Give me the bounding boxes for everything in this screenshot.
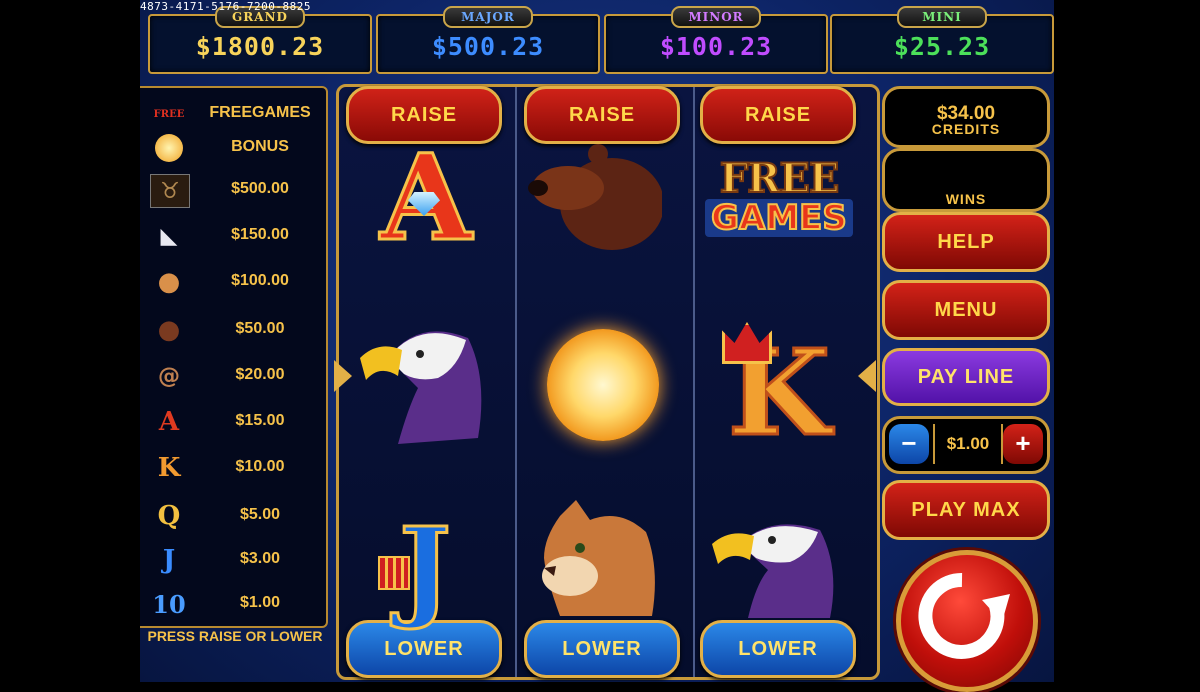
ace-symbol: A	[356, 137, 496, 258]
refresh-icon	[918, 572, 1010, 659]
paytable-row: @ $20.00	[140, 356, 326, 396]
paytable-value: $15.00	[235, 412, 285, 429]
jackpot-mini-label: MINI	[897, 6, 987, 28]
eagle-icon: ◣	[160, 223, 178, 249]
paytable-value: $5.00	[239, 506, 281, 523]
paytable-value: $500.00	[231, 180, 289, 197]
ace-icon: A	[158, 407, 180, 437]
payline-left-arrow-icon	[334, 360, 352, 392]
wins-label: WINS	[945, 191, 987, 207]
bet-decrease-button[interactable]: −	[889, 424, 929, 464]
bet-value: $1.00	[933, 424, 1003, 464]
paytable-value: $150.00	[231, 226, 289, 243]
jackpot-minor-label: MINOR	[671, 6, 761, 28]
paytable-value: BONUS	[231, 138, 289, 155]
instruction-text: PRESS RAISE OR LOWER	[147, 628, 323, 644]
paytable-value: $20.00	[235, 366, 285, 383]
eagle-symbol	[358, 318, 492, 448]
buffalo-icon: ♉	[150, 174, 190, 208]
paytable-row: A $15.00	[140, 402, 326, 442]
paytable-value: $100.00	[231, 272, 289, 289]
paytable-row: K $10.00	[140, 448, 326, 488]
jackpot-mini: MINI $25.23	[830, 6, 1054, 74]
help-button[interactable]: HELP	[882, 212, 1050, 272]
pay-line-button[interactable]: PAY LINE	[882, 348, 1050, 406]
bet-increase-button[interactable]: +	[1003, 424, 1043, 464]
jackpot-minor-amount: $100.23	[659, 32, 773, 61]
wins-amount	[885, 163, 1047, 185]
paytable: FREE FREEGAMES BONUS ♉ $500.00 ◣ $150.00…	[140, 86, 328, 628]
queen-icon: Q	[157, 501, 181, 531]
paytable-row: ● $100.00	[140, 262, 326, 302]
ten-icon: 10	[152, 589, 186, 619]
jackpot-major-label: MAJOR	[443, 6, 533, 28]
raise-button-reel-2[interactable]: RAISE	[524, 86, 680, 144]
paytable-row: Q $5.00	[140, 496, 326, 536]
paytable-value: $1.00	[239, 594, 281, 611]
ram-icon: @	[158, 363, 180, 389]
paytable-row: J $3.00	[140, 540, 326, 580]
paytable-row: ◣ $150.00	[140, 216, 326, 256]
sun-bonus-symbol	[546, 328, 660, 442]
jackpot-grand-amount: $1800.23	[195, 32, 325, 61]
jackpot-major: MAJOR $500.23	[376, 6, 600, 74]
paytable-value: $50.00	[235, 320, 285, 337]
credits-display: $34.00 CREDITS	[882, 86, 1050, 148]
lower-button-reel-3[interactable]: LOWER	[700, 620, 856, 678]
king-symbol: K	[714, 322, 844, 453]
play-max-button[interactable]: PLAY MAX	[882, 480, 1050, 540]
sun-coin-icon	[150, 132, 188, 164]
paytable-row: ♉ $500.00	[140, 170, 326, 210]
serial-number: 4873-4171-5176-7200-8825	[140, 0, 311, 13]
bear-symbol	[528, 144, 662, 252]
credits-label: CREDITS	[931, 121, 1001, 137]
paytable-row: BONUS	[140, 128, 326, 168]
free-games-symbol: FREE GAMES	[698, 146, 860, 250]
jack-icon: J	[162, 545, 176, 575]
lower-button-reel-2[interactable]: LOWER	[524, 620, 680, 678]
menu-button[interactable]: MENU	[882, 280, 1050, 340]
king-icon: K	[157, 453, 181, 483]
paytable-value: $10.00	[235, 458, 285, 475]
paytable-value: $3.00	[239, 550, 281, 567]
jackpot-major-amount: $500.23	[431, 32, 545, 61]
cougar-symbol	[540, 498, 660, 616]
paytable-row: ● $50.00	[140, 310, 326, 350]
reel-divider	[515, 87, 517, 677]
jackpot-mini-amount: $25.23	[893, 32, 991, 61]
jack-symbol: J	[378, 511, 472, 624]
payline-right-arrow-icon	[858, 360, 876, 392]
paytable-row: 10 $1.00	[140, 584, 326, 624]
free-games-symbol-line2: GAMES	[705, 199, 853, 237]
eagle-symbol	[712, 514, 844, 618]
bet-stepper: − $1.00 +	[882, 416, 1050, 474]
raise-button-reel-3[interactable]: RAISE	[700, 86, 856, 144]
spin-button[interactable]	[896, 550, 1038, 692]
bear-icon: ●	[157, 315, 181, 345]
jackpot-grand: GRAND $1800.23	[148, 6, 372, 74]
wins-display: WINS	[882, 148, 1050, 212]
jackpot-minor: MINOR $100.23	[604, 6, 828, 74]
reel-divider	[693, 87, 695, 677]
free-games-symbol-line1: FREE	[719, 155, 841, 202]
cougar-icon: ●	[157, 267, 181, 297]
paytable-value: FREEGAMES	[209, 104, 311, 121]
free-games-icon: FREE	[153, 108, 185, 120]
